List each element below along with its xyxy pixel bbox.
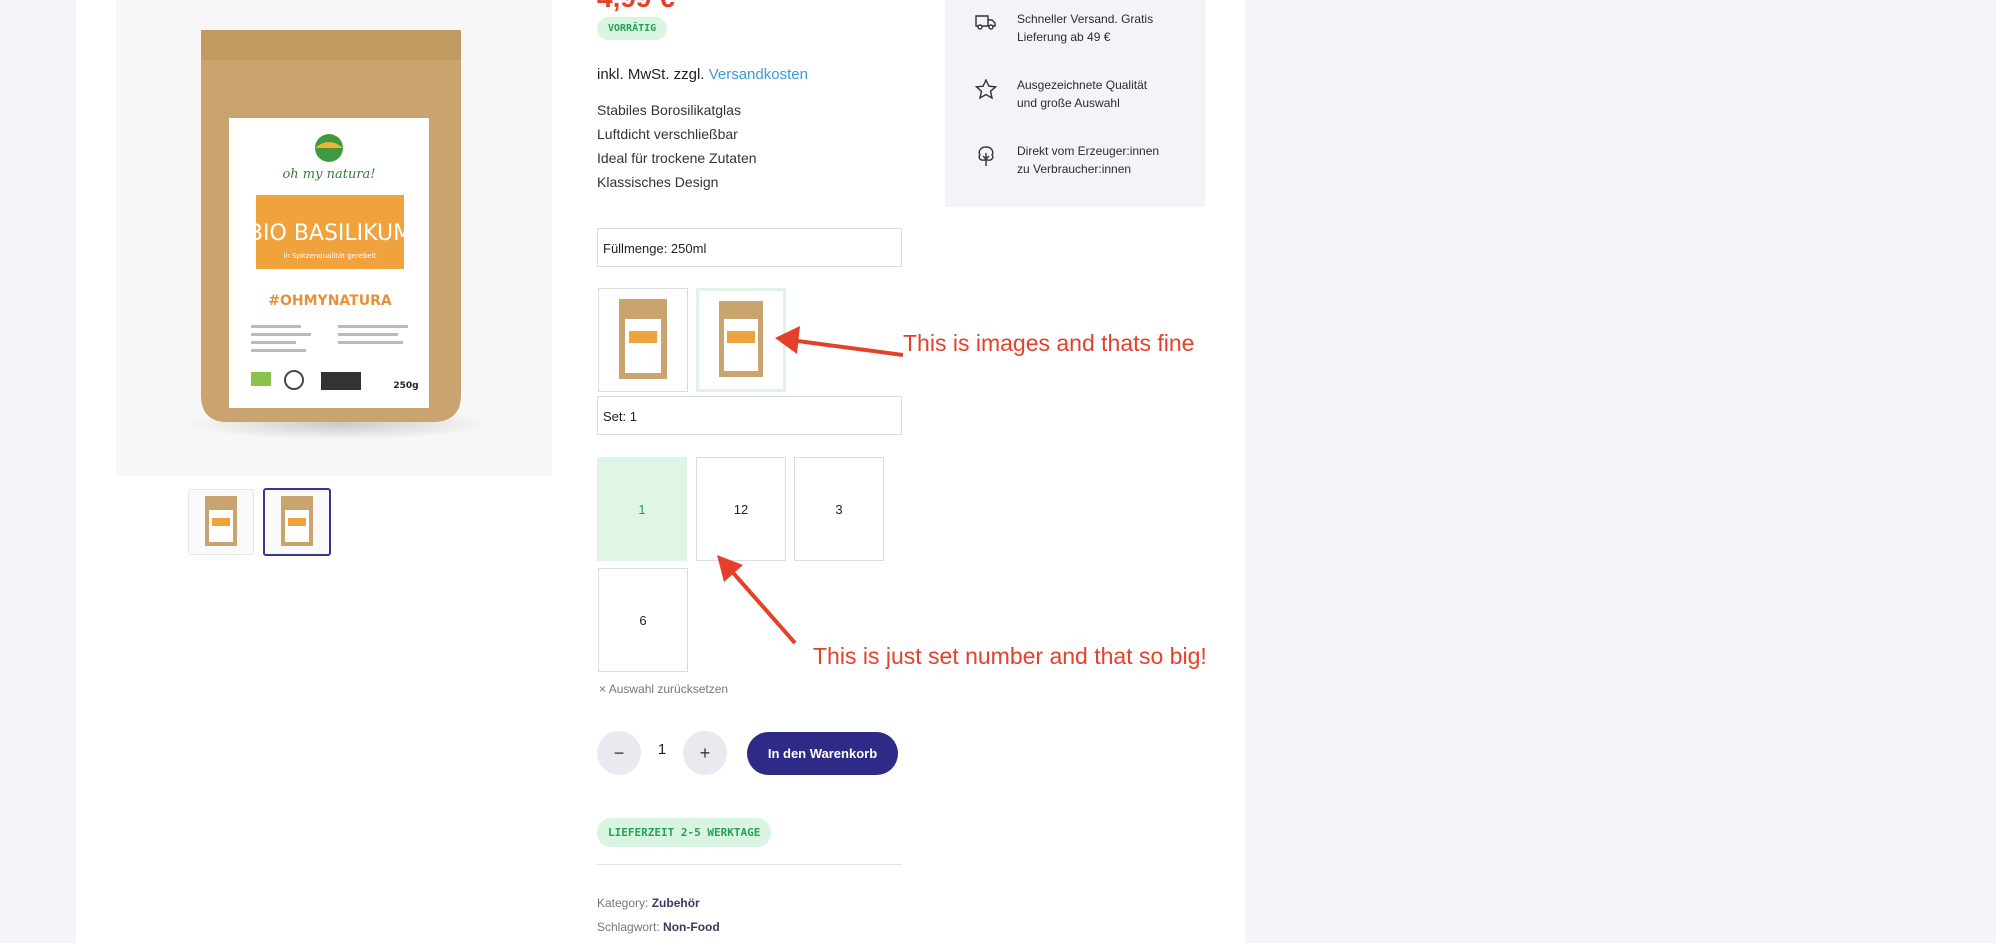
annotation-arrows	[717, 326, 904, 645]
annotation-images-note: This is images and thats fine	[903, 330, 1195, 356]
annotation-set-note: This is just set number and that so big!	[813, 643, 1207, 669]
